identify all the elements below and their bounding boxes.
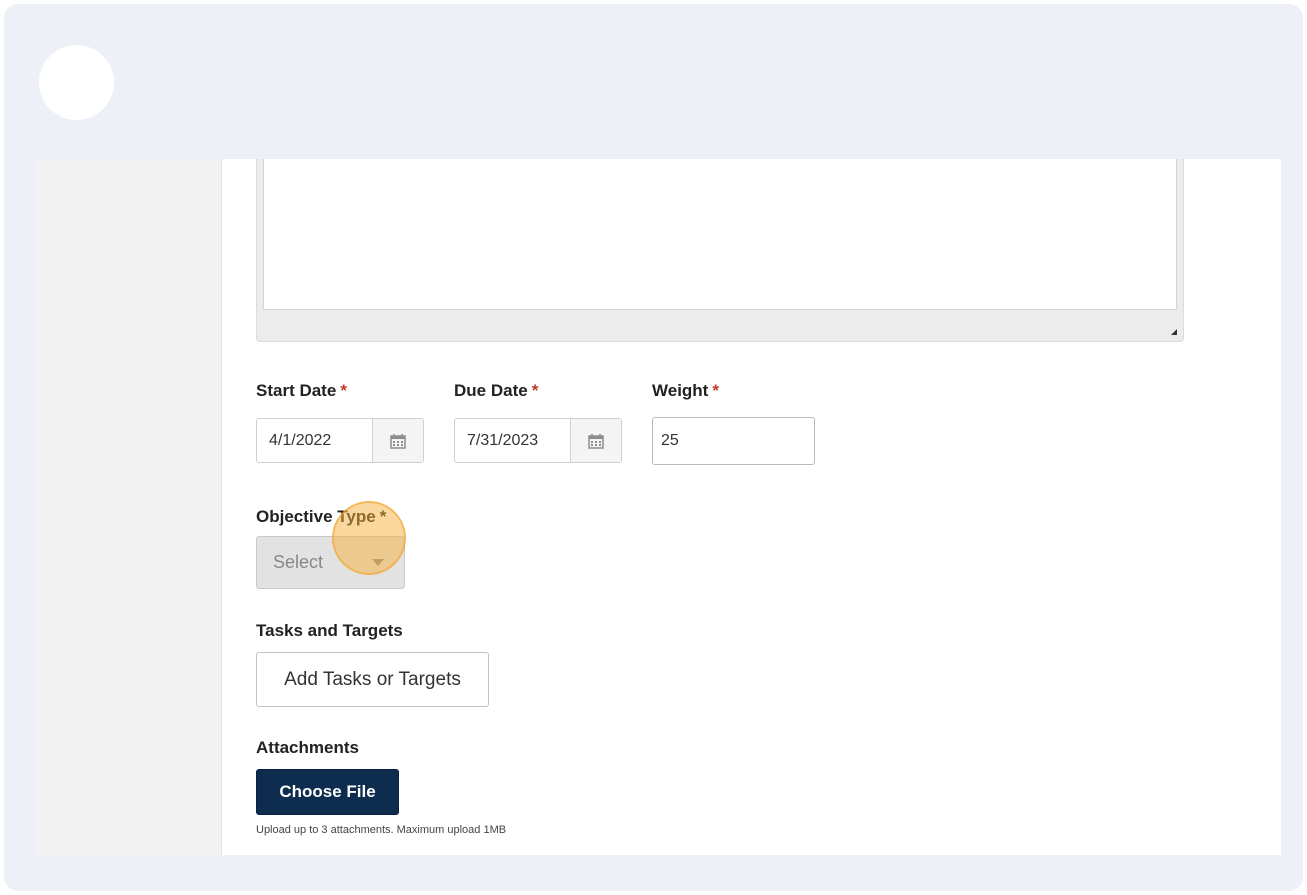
description-textarea[interactable] <box>256 159 1184 342</box>
add-tasks-button[interactable]: Add Tasks or Targets <box>256 652 489 707</box>
avatar <box>39 45 114 120</box>
objective-type-label: Objective Type * <box>256 507 386 527</box>
start-date-label: Start Date * <box>256 381 347 401</box>
due-date-calendar-button[interactable] <box>570 419 621 462</box>
required-mark: * <box>712 381 719 400</box>
resize-handle-icon[interactable] <box>1171 329 1177 335</box>
upload-hint: Upload up to 3 attachments. Maximum uplo… <box>256 824 507 836</box>
due-date-label: Due Date * <box>454 381 538 401</box>
objective-type-selected: Select <box>273 552 324 572</box>
screenshot-frame: Start Date * 4/1/2022 Due Date * 7/31/2023 <box>4 4 1303 891</box>
required-mark: * <box>340 381 347 400</box>
attachments-label: Attachments <box>256 738 359 757</box>
objective-type-select[interactable]: Select <box>256 536 405 589</box>
tasks-targets-label: Tasks and Targets <box>256 621 403 640</box>
objective-type-label-text: Objective Type <box>256 507 376 526</box>
chevron-down-icon <box>372 559 384 566</box>
left-panel <box>36 159 222 855</box>
required-mark: * <box>531 381 539 400</box>
due-date-label-text: Due Date <box>454 381 528 400</box>
start-date-label-text: Start Date <box>256 381 337 400</box>
calendar-icon <box>588 433 604 449</box>
due-date-input[interactable]: 7/31/2023 <box>455 419 570 462</box>
form-viewport: Start Date * 4/1/2022 Due Date * 7/31/2023 <box>36 159 1281 855</box>
due-date-field: 7/31/2023 <box>454 418 622 463</box>
weight-label: Weight * <box>652 381 719 401</box>
start-date-input[interactable]: 4/1/2022 <box>257 419 372 462</box>
calendar-icon <box>390 433 406 449</box>
textarea-input-area[interactable] <box>263 159 1177 310</box>
start-date-field: 4/1/2022 <box>256 418 424 463</box>
required-mark: * <box>379 507 387 526</box>
start-date-calendar-button[interactable] <box>372 419 423 462</box>
weight-input[interactable]: 25 <box>652 417 815 465</box>
weight-label-text: Weight <box>652 381 709 400</box>
choose-file-button[interactable]: Choose File <box>256 769 399 815</box>
